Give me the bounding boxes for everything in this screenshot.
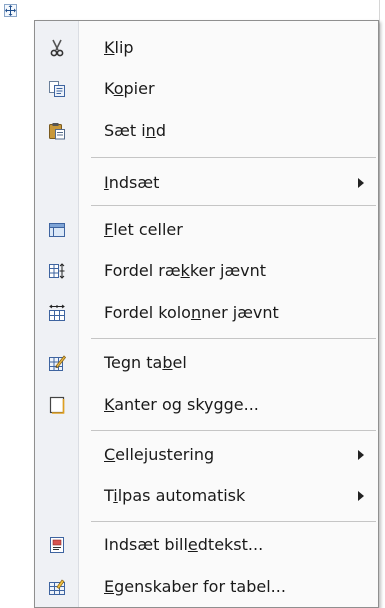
menu-item-label: Tilpas automatisk (104, 486, 246, 505)
submenu-arrow-icon (358, 450, 364, 460)
menu-item-cellejustering[interactable]: Cellejustering (35, 435, 378, 475)
menu-item-fordel-kolonner[interactable]: Fordel kolonner jævnt (35, 293, 378, 333)
menu-item-label: Sæt ind (104, 121, 166, 140)
menu-separator (91, 205, 376, 206)
insert-caption-icon (48, 536, 66, 554)
scissors-icon (48, 39, 66, 57)
draw-table-icon (48, 354, 67, 372)
menu-item-label: Flet celler (104, 220, 183, 239)
menu-item-label: Kanter og skygge... (104, 395, 259, 414)
menu-item-egenskaber-for-tabel[interactable]: Egenskaber for tabel... (35, 567, 378, 607)
merge-cells-icon (48, 221, 66, 239)
menu-item-tilpas-automatisk[interactable]: Tilpas automatisk (35, 476, 378, 516)
menu-item-tegn-tabel[interactable]: Tegn tabel (35, 343, 378, 383)
menu-item-label: Tegn tabel (104, 353, 187, 372)
menu-item-saet-ind[interactable]: Sæt ind (35, 111, 378, 151)
menu-item-label: Egenskaber for tabel... (104, 577, 286, 596)
distribute-columns-icon (48, 304, 66, 322)
menu-separator (91, 430, 376, 431)
menu-item-label: Indsæt (104, 173, 160, 192)
table-properties-icon (48, 578, 66, 596)
copy-icon (48, 80, 66, 98)
table-move-handle-icon[interactable] (4, 4, 17, 17)
menu-item-flet-celler[interactable]: Flet celler (35, 210, 378, 250)
menu-item-indsaet[interactable]: Indsæt (35, 163, 378, 203)
borders-shading-icon (48, 396, 66, 414)
submenu-arrow-icon (358, 178, 364, 188)
context-menu: Klip Kopier Sæt ind Indsæt Flet celler F… (34, 20, 379, 608)
menu-item-label: Fordel rækker jævnt (104, 261, 267, 280)
menu-item-klip[interactable]: Klip (35, 28, 378, 68)
menu-separator (91, 338, 376, 339)
menu-item-label: Indsæt billedtekst... (104, 535, 264, 554)
menu-item-kanter-og-skygge[interactable]: Kanter og skygge... (35, 385, 378, 425)
document-page-edge (379, 0, 380, 260)
menu-separator (91, 157, 376, 158)
distribute-rows-icon (48, 262, 66, 280)
menu-item-fordel-raekker[interactable]: Fordel rækker jævnt (35, 251, 378, 291)
submenu-arrow-icon (358, 491, 364, 501)
menu-separator (91, 521, 376, 522)
menu-item-kopier[interactable]: Kopier (35, 69, 378, 109)
menu-item-indsaet-billedtekst[interactable]: Indsæt billedtekst... (35, 525, 378, 565)
paste-icon (48, 122, 66, 140)
menu-item-label: Cellejustering (104, 445, 215, 464)
menu-item-label: Klip (104, 38, 134, 57)
menu-item-label: Kopier (104, 79, 155, 98)
menu-item-label: Fordel kolonner jævnt (104, 303, 279, 322)
